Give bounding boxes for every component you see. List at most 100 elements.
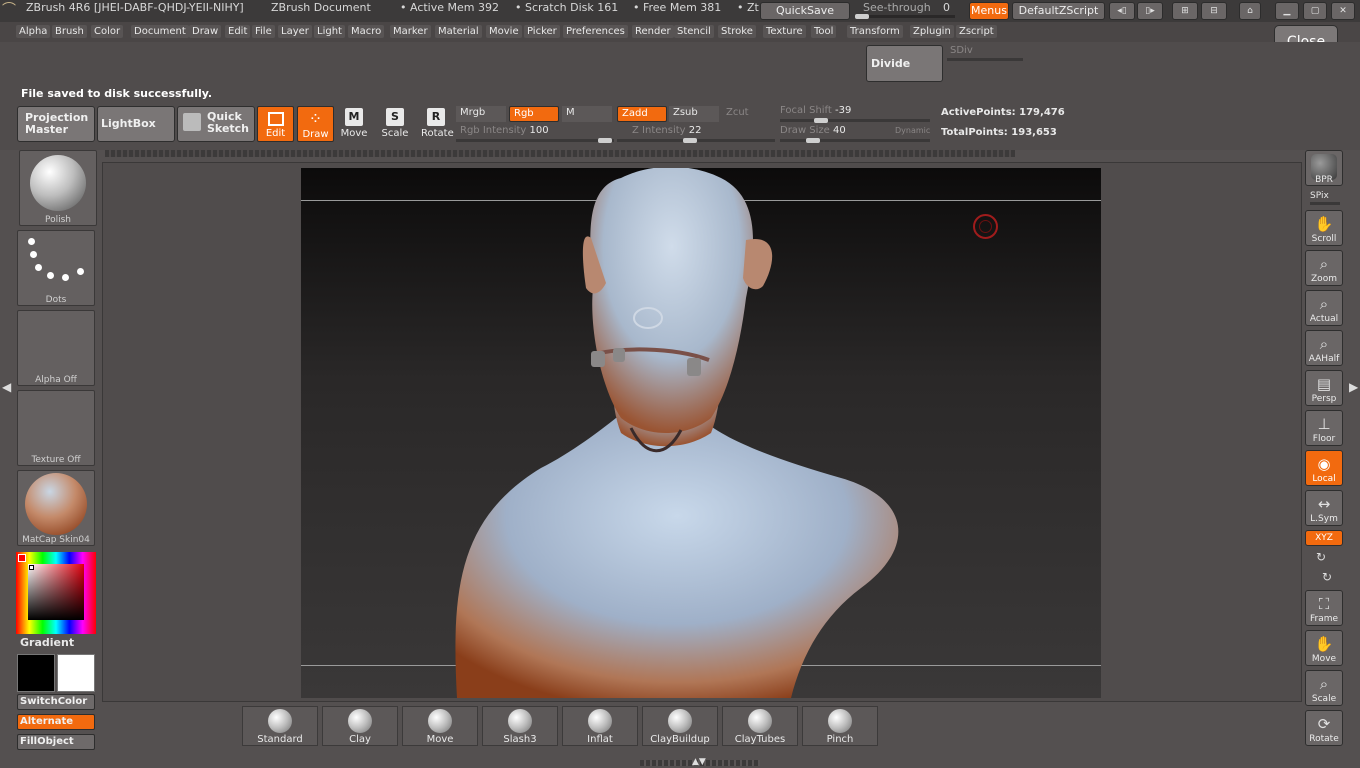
zcut-button[interactable]: Zcut [722, 106, 772, 122]
menus-toggle-button[interactable]: Menus [969, 2, 1009, 20]
draw-size-track[interactable] [780, 138, 930, 143]
brush-claytubes[interactable]: ClayTubes [722, 706, 798, 746]
edit-mode-button[interactable]: Edit [257, 106, 294, 142]
lightbox-button[interactable]: LightBox [97, 106, 175, 142]
draw-mode-button[interactable]: ⁘ Draw [297, 106, 334, 142]
menu-marker[interactable]: Marker [390, 25, 431, 38]
alternate-button[interactable]: Alternate [17, 714, 95, 730]
rgb-intensity-track[interactable] [456, 138, 614, 143]
left-tray-arrow-icon[interactable]: ◀ [2, 380, 11, 394]
menu-macro[interactable]: Macro [348, 25, 385, 38]
m-button[interactable]: M [562, 106, 612, 122]
spix-slider[interactable] [1310, 202, 1340, 205]
floor-button[interactable]: ⊥ Floor [1305, 410, 1343, 446]
bpr-button[interactable]: BPR [1305, 150, 1343, 186]
menu-file[interactable]: File [252, 25, 275, 38]
maximize-icon[interactable]: ▢ [1303, 2, 1327, 20]
persp-button[interactable]: ▤ Persp [1305, 370, 1343, 406]
menu-transform[interactable]: Transform [847, 25, 903, 38]
menu-zplugin[interactable]: Zplugin [910, 25, 954, 38]
rgb-button[interactable]: Rgb [509, 106, 559, 122]
local-button[interactable]: ◉ Local [1305, 450, 1343, 486]
menu-layer[interactable]: Layer [278, 25, 312, 38]
rgb-intensity-knob[interactable] [598, 138, 612, 143]
default-zscript-button[interactable]: DefaultZScript [1012, 2, 1105, 20]
sdiv-slider[interactable] [947, 58, 1023, 61]
material-thumbnail[interactable]: MatCap Skin04 [17, 470, 95, 546]
orc-bust-model[interactable] [301, 168, 1101, 698]
see-through-slider[interactable] [855, 14, 955, 19]
primary-color-swatch[interactable] [17, 654, 55, 692]
move-view-button[interactable]: ✋ Move [1305, 630, 1343, 666]
quicksave-button[interactable]: QuickSave [760, 2, 850, 20]
scale-view-button[interactable]: ⌕ Scale [1305, 670, 1343, 706]
stroke-thumbnail[interactable]: Dots [17, 230, 95, 306]
menu-stencil[interactable]: Stencil [674, 25, 714, 38]
quick-sketch-button[interactable]: Quick Sketch [177, 106, 255, 142]
menu-edit[interactable]: Edit [225, 25, 251, 38]
horizontal-tray-strip[interactable] [105, 150, 1015, 157]
zadd-button[interactable]: Zadd [617, 106, 667, 122]
right-tray-arrow-icon[interactable]: ▶ [1349, 380, 1358, 394]
focal-shift-track[interactable] [780, 118, 930, 123]
menu-preferences[interactable]: Preferences [563, 25, 628, 38]
secondary-color-swatch[interactable] [57, 654, 95, 692]
rotate-y-icon[interactable]: ↻ [1316, 550, 1326, 564]
menu-picker[interactable]: Picker [524, 25, 560, 38]
z-intensity-track[interactable] [617, 138, 775, 143]
texture-thumbnail[interactable]: Texture Off [17, 390, 95, 466]
see-through-slider-knob[interactable] [855, 14, 869, 19]
menu-draw[interactable]: Draw [189, 25, 222, 38]
minimize-icon[interactable]: ▁ [1275, 2, 1299, 20]
color-saturation-square[interactable] [28, 564, 84, 620]
mrgb-button[interactable]: Mrgb [456, 106, 506, 122]
brush-clay[interactable]: Clay [322, 706, 398, 746]
current-brush-thumbnail[interactable]: Polish [19, 150, 97, 226]
divide-button[interactable]: Divide [866, 45, 943, 82]
menu-movie[interactable]: Movie [486, 25, 522, 38]
scale-mode-button[interactable]: S Scale [380, 108, 410, 144]
frame-button[interactable]: ⛶ Frame [1305, 590, 1343, 626]
rotate-mode-button[interactable]: R Rotate [421, 108, 454, 144]
menu-color[interactable]: Color [91, 25, 124, 38]
rotate-view-button[interactable]: ⟳ Rotate [1305, 710, 1343, 746]
lock-icon[interactable]: ⌂ [1239, 2, 1261, 20]
menu-light[interactable]: Light [314, 25, 345, 38]
canvas[interactable] [301, 168, 1101, 698]
brush-pinch[interactable]: Pinch [802, 706, 878, 746]
menu-brush[interactable]: Brush [52, 25, 87, 38]
menu-texture[interactable]: Texture [763, 25, 806, 38]
rotate-z-icon[interactable]: ↻ [1322, 570, 1332, 584]
lsym-button[interactable]: ↔ L.Sym [1305, 490, 1343, 526]
aahalf-button[interactable]: ⌕ AAHalf [1305, 330, 1343, 366]
projection-master-button[interactable]: Projection Master [17, 106, 95, 142]
close-window-icon[interactable]: ✕ [1331, 2, 1355, 20]
bottom-tray-arrow-icon[interactable]: ▲▼ [692, 757, 706, 767]
menu-stroke[interactable]: Stroke [718, 25, 756, 38]
brush-standard[interactable]: Standard [242, 706, 318, 746]
scroll-button[interactable]: ✋ Scroll [1305, 210, 1343, 246]
focal-shift-knob[interactable] [814, 118, 828, 123]
z-intensity-knob[interactable] [683, 138, 697, 143]
brush-move[interactable]: Move [402, 706, 478, 746]
dynamic-toggle[interactable]: Dynamic [895, 126, 930, 135]
gradient-label[interactable]: Gradient [20, 636, 74, 649]
alpha-thumbnail[interactable]: Alpha Off [17, 310, 95, 386]
brush-inflat[interactable]: Inflat [562, 706, 638, 746]
color-picker[interactable] [16, 552, 96, 634]
z-intensity-slider[interactable]: Z Intensity 22 [632, 125, 701, 136]
ui-layout-2-icon[interactable]: ⊟ [1201, 2, 1227, 20]
switch-color-button[interactable]: SwitchColor [17, 694, 95, 710]
color-value-marker[interactable] [29, 565, 34, 570]
menu-zscript[interactable]: Zscript [956, 25, 997, 38]
rgb-intensity-slider[interactable]: Rgb Intensity 100 [460, 125, 549, 136]
menu-material[interactable]: Material [435, 25, 482, 38]
draw-size-knob[interactable] [806, 138, 820, 143]
fill-object-button[interactable]: FillObject [17, 734, 95, 750]
ui-layout-1-icon[interactable]: ⊞ [1172, 2, 1198, 20]
menu-document[interactable]: Document [131, 25, 189, 38]
zoom-button[interactable]: ⌕ Zoom [1305, 250, 1343, 286]
next-layout-icon[interactable]: ▯▸ [1137, 2, 1163, 20]
focal-shift-slider[interactable]: Focal Shift -39 [780, 105, 851, 116]
brush-claybuildup[interactable]: ClayBuildup [642, 706, 718, 746]
